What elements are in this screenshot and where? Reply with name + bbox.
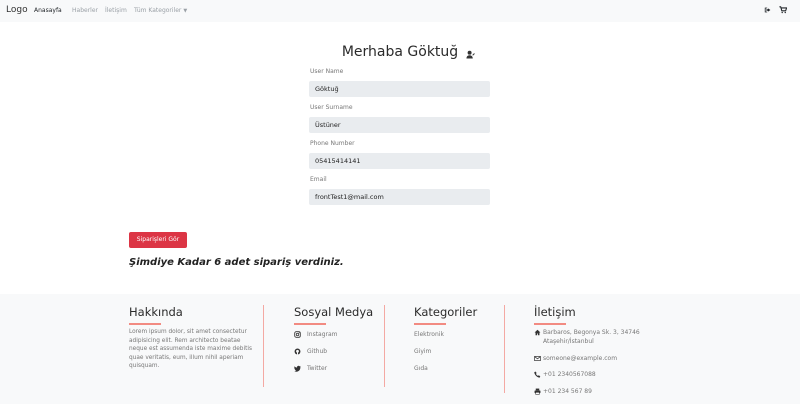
footer-contact-underline <box>534 323 566 325</box>
social-label-github: Github <box>307 348 328 355</box>
navbar: Logo Anasayfa Haberler İletişim Tüm Kate… <box>0 0 800 22</box>
github-icon <box>294 348 301 355</box>
footer-about-underline <box>129 323 161 325</box>
caret-down-icon: ▼ <box>183 8 188 14</box>
footer-divider <box>504 305 505 393</box>
nav-link-anasayfa[interactable]: Anasayfa <box>34 7 62 14</box>
footer-social-title: Sosyal Medya <box>294 305 374 319</box>
twitter-icon <box>294 365 301 372</box>
category-label: Elektronik <box>414 331 444 338</box>
email-label: Email <box>310 176 327 183</box>
cart-icon[interactable] <box>779 6 787 14</box>
contact-fax-text: +01 234 567 89 <box>543 388 592 395</box>
page-title: Merhaba Göktuğ <box>341 44 459 60</box>
phone-icon <box>534 371 541 378</box>
footer-social-underline <box>294 323 326 325</box>
category-label: Gıda <box>414 365 428 372</box>
user-name-label: User Name <box>310 68 344 75</box>
instagram-icon <box>294 331 301 338</box>
contact-address: Barbaros, Begonya Sk. 3, 34746 Ataşehir/… <box>534 329 674 347</box>
orders-summary: Şimdiye Kadar 6 adet sipariş verdiniz. <box>129 257 344 268</box>
print-icon <box>534 388 541 395</box>
contact-phone-text: +01 2340567088 <box>543 371 596 378</box>
footer-contact-title: İletişim <box>534 305 576 319</box>
footer: Hakkında Lorem ipsum dolor, sit amet con… <box>0 294 800 404</box>
home-icon <box>534 329 541 336</box>
envelope-icon <box>534 356 541 361</box>
footer-divider <box>384 305 385 387</box>
contact-email-text: someone@example.com <box>543 355 618 362</box>
contact-address-line2: Ataşehir/İstanbul <box>543 338 594 345</box>
nav-dropdown-kategoriler[interactable]: Tüm Kategoriler ▼ <box>134 7 187 14</box>
nav-dropdown-label: Tüm Kategoriler <box>134 7 182 14</box>
sign-out-icon[interactable] <box>764 6 772 14</box>
footer-categories-underline <box>414 323 446 325</box>
logo[interactable]: Logo <box>6 5 28 15</box>
user-surname-label: User Surname <box>310 104 353 111</box>
view-orders-button[interactable]: Siparişleri Gör <box>129 232 187 248</box>
footer-categories-title: Kategoriler <box>414 305 478 319</box>
social-label-instagram: Instagram <box>307 331 338 338</box>
contact-address-line1: Barbaros, Begonya Sk. 3, 34746 <box>543 329 640 336</box>
footer-about-title: Hakkında <box>129 305 183 319</box>
user-edit-icon[interactable] <box>466 50 475 59</box>
category-label: Giyim <box>414 348 432 355</box>
user-surname-field[interactable]: Üstüner <box>309 117 490 133</box>
nav-link-haberler[interactable]: Haberler <box>72 7 98 14</box>
phone-number-label: Phone Number <box>310 140 355 147</box>
user-name-field[interactable]: Göktuğ <box>309 81 490 97</box>
nav-link-iletisim[interactable]: İletişim <box>105 7 127 14</box>
phone-number-field[interactable]: 05415414141 <box>309 153 490 169</box>
social-label-twitter: Twitter <box>307 365 328 372</box>
footer-divider <box>263 305 264 387</box>
footer-about-text: Lorem ipsum dolor, sit amet consectetur … <box>129 329 252 370</box>
email-field[interactable]: frontTest1@mail.com <box>309 189 490 205</box>
